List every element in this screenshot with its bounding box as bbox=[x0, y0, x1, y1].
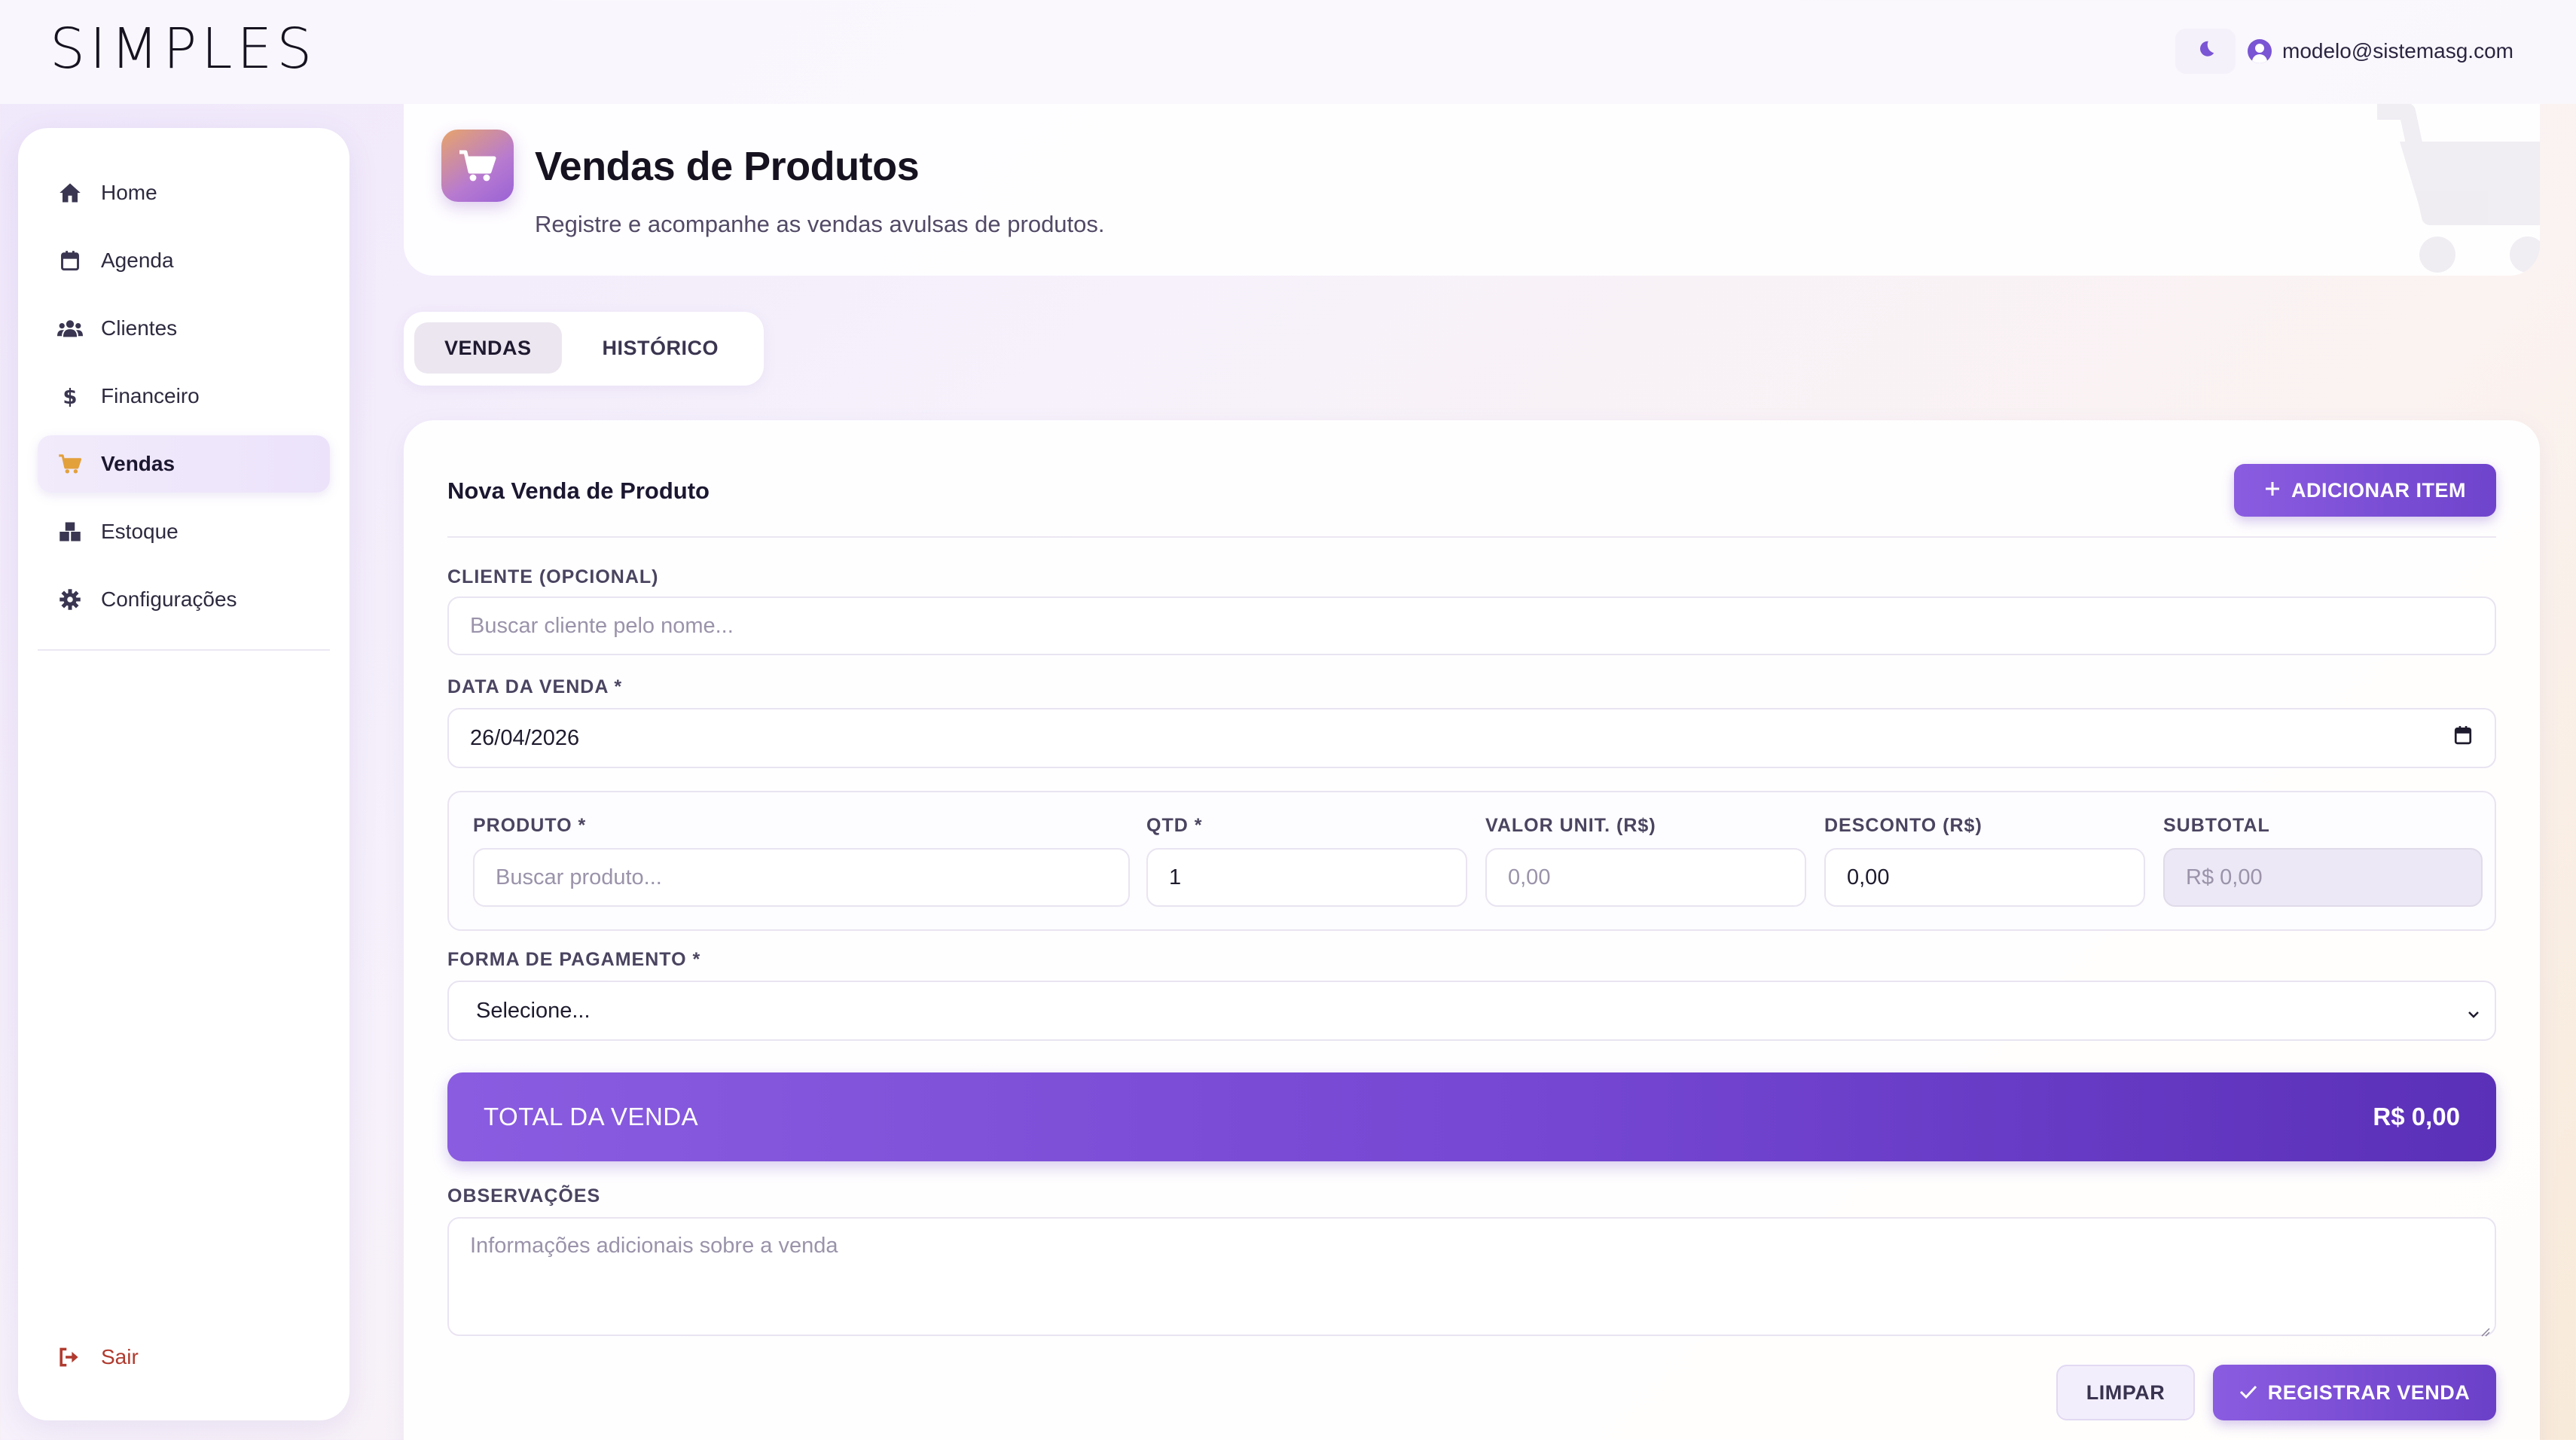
home-icon bbox=[57, 180, 83, 206]
sign-out-icon bbox=[57, 1344, 83, 1370]
sidebar-divider bbox=[38, 649, 330, 651]
sidebar-item-label: Agenda bbox=[101, 249, 174, 272]
register-sale-label: REGISTRAR VENDA bbox=[2267, 1381, 2471, 1404]
sidebar-item-label: Clientes bbox=[101, 316, 178, 340]
header-cart-icon bbox=[441, 130, 514, 202]
plus-icon bbox=[2264, 479, 2281, 502]
pagamento-label: FORMA DE PAGAMENTO * bbox=[447, 949, 701, 970]
discount-input[interactable]: 0,00 bbox=[1824, 848, 2145, 907]
top-bar: SIMPLES modelo@sistemasg.com bbox=[0, 0, 2576, 104]
qtd-label: QTD * bbox=[1146, 815, 1203, 836]
produto-label: PRODUTO * bbox=[473, 815, 587, 836]
sidebar-item-configuracoes[interactable]: Configurações bbox=[38, 571, 330, 628]
add-item-button[interactable]: ADICIONAR ITEM bbox=[2234, 464, 2496, 517]
subtotal-field: R$ 0,00 bbox=[2163, 848, 2483, 907]
notes-placeholder: Informações adicionais sobre a venda bbox=[470, 1234, 838, 1258]
observacoes-label: OBSERVAÇÕES bbox=[447, 1185, 601, 1207]
desconto-label: DESCONTO (R$) bbox=[1824, 815, 1982, 836]
product-search-input[interactable]: Buscar produto... bbox=[473, 848, 1130, 907]
sidebar: Home Agenda Clientes $ Financeiro Vendas… bbox=[18, 128, 349, 1420]
page-subtitle: Registre e acompanhe as vendas avulsas d… bbox=[535, 211, 1105, 237]
user-menu[interactable]: modelo@sistemasg.com bbox=[2248, 29, 2513, 74]
sale-date-value: 26/04/2026 bbox=[470, 725, 580, 750]
sidebar-item-clientes[interactable]: Clientes bbox=[38, 300, 330, 357]
valor-unit-label: VALOR UNIT. (R$) bbox=[1485, 815, 1656, 836]
new-sale-form: Nova Venda de Produto ADICIONAR ITEM CLI… bbox=[404, 420, 2540, 1440]
sidebar-item-vendas[interactable]: Vendas bbox=[38, 435, 330, 493]
sale-item-row: PRODUTO * Buscar produto... QTD * 1 VALO… bbox=[447, 791, 2496, 931]
user-circle-icon bbox=[2248, 39, 2272, 63]
sidebar-item-home[interactable]: Home bbox=[38, 164, 330, 221]
clear-button[interactable]: LIMPAR bbox=[2056, 1365, 2195, 1420]
check-icon bbox=[2239, 1381, 2257, 1405]
quantity-input[interactable]: 1 bbox=[1146, 848, 1467, 907]
cliente-label: CLIENTE (OPCIONAL) bbox=[447, 566, 659, 587]
sidebar-item-financeiro[interactable]: $ Financeiro bbox=[38, 368, 330, 425]
payment-method-select[interactable]: Selecione... bbox=[447, 981, 2496, 1041]
sale-total-bar: TOTAL DA VENDA R$ 0,00 bbox=[447, 1072, 2496, 1161]
calendar-icon bbox=[57, 248, 83, 273]
data-venda-label: DATA DA VENDA * bbox=[447, 676, 623, 697]
logout-button[interactable]: Sair bbox=[38, 1329, 330, 1386]
chevron-down-icon bbox=[2466, 1003, 2481, 1018]
tab-vendas[interactable]: VENDAS bbox=[414, 322, 562, 374]
total-value: R$ 0,00 bbox=[2373, 1103, 2460, 1130]
sidebar-item-label: Estoque bbox=[101, 520, 179, 543]
cliente-search-input[interactable]: Buscar cliente pelo nome... bbox=[447, 596, 2496, 655]
sidebar-item-label: Configurações bbox=[101, 587, 237, 611]
page-title: Vendas de Produtos bbox=[535, 144, 920, 189]
user-email: modelo@sistemasg.com bbox=[2282, 39, 2513, 63]
sidebar-item-agenda[interactable]: Agenda bbox=[38, 232, 330, 289]
page-header: Vendas de Produtos Registre e acompanhe … bbox=[404, 104, 2540, 276]
sale-date-input[interactable]: 26/04/2026 bbox=[447, 708, 2496, 768]
sidebar-item-estoque[interactable]: Estoque bbox=[38, 503, 330, 560]
tab-historico[interactable]: HISTÓRICO bbox=[572, 322, 749, 374]
payment-method-selected: Selecione... bbox=[476, 998, 591, 1023]
boxes-icon bbox=[57, 519, 83, 545]
resize-handle-icon[interactable] bbox=[2478, 1318, 2490, 1337]
sidebar-item-label: Home bbox=[101, 181, 157, 204]
tab-bar: VENDAS HISTÓRICO bbox=[404, 312, 764, 386]
form-title: Nova Venda de Produto bbox=[447, 477, 710, 504]
sidebar-item-label: Financeiro bbox=[101, 384, 200, 407]
add-item-label: ADICIONAR ITEM bbox=[2291, 478, 2466, 502]
theme-toggle-button[interactable] bbox=[2175, 29, 2236, 74]
notes-textarea[interactable]: Informações adicionais sobre a venda bbox=[447, 1217, 2496, 1337]
gear-icon bbox=[57, 587, 83, 612]
moon-icon bbox=[2194, 38, 2217, 65]
users-icon bbox=[57, 316, 83, 341]
total-label: TOTAL DA VENDA bbox=[484, 1103, 699, 1130]
svg-text:$: $ bbox=[63, 385, 77, 407]
cart-icon bbox=[57, 451, 83, 477]
app-logo[interactable]: SIMPLES bbox=[50, 21, 316, 77]
calendar-picker-icon[interactable] bbox=[2454, 725, 2472, 751]
sidebar-item-label: Vendas bbox=[101, 452, 175, 475]
logout-label: Sair bbox=[101, 1345, 139, 1368]
unit-price-input[interactable]: 0,00 bbox=[1485, 848, 1806, 907]
subtotal-label: SUBTOTAL bbox=[2163, 815, 2270, 836]
form-divider bbox=[447, 536, 2496, 538]
register-sale-button[interactable]: REGISTRAR VENDA bbox=[2213, 1365, 2496, 1420]
watermark-cart-icon bbox=[2347, 104, 2540, 276]
dollar-icon: $ bbox=[57, 383, 83, 409]
